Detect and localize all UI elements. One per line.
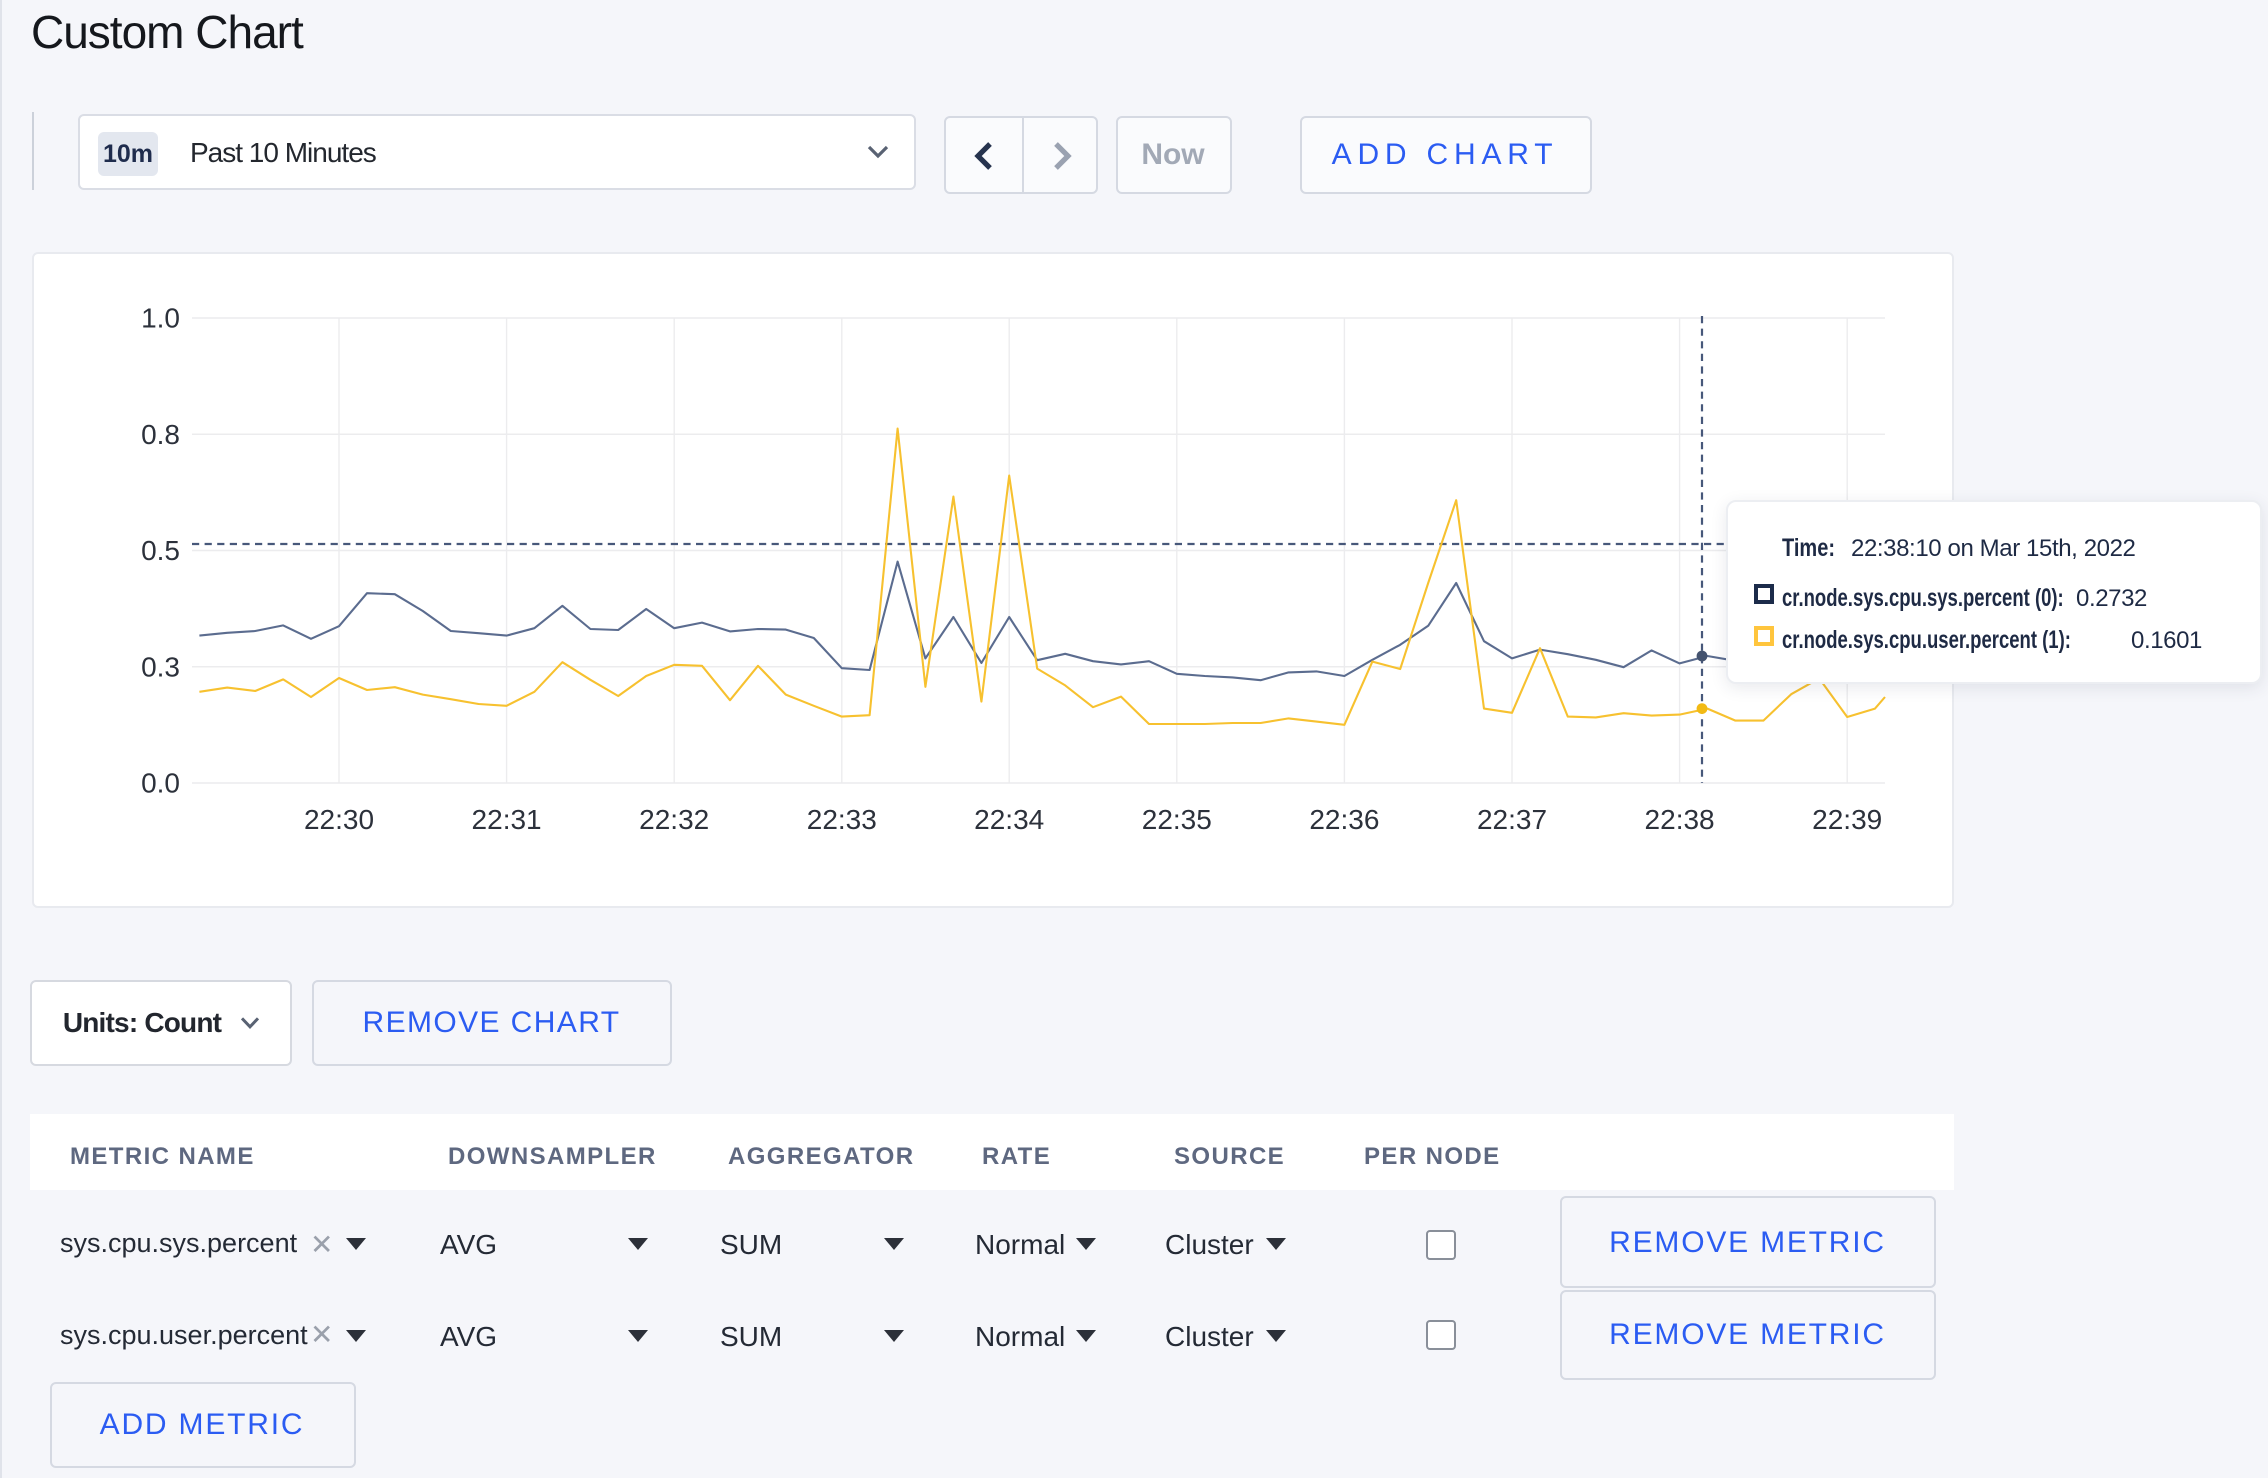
svg-text:22:38: 22:38 — [1645, 804, 1715, 835]
svg-text:22:33: 22:33 — [807, 804, 877, 835]
svg-text:22:36: 22:36 — [1309, 804, 1379, 835]
svg-text:0.0: 0.0 — [141, 768, 180, 799]
svg-text:22:34: 22:34 — [974, 804, 1044, 835]
svg-text:22:30: 22:30 — [304, 804, 374, 835]
svg-text:0.5: 0.5 — [141, 535, 180, 566]
svg-text:0.8: 0.8 — [141, 419, 180, 450]
svg-text:22:31: 22:31 — [472, 804, 542, 835]
svg-text:22:37: 22:37 — [1477, 804, 1547, 835]
svg-text:22:32: 22:32 — [639, 804, 709, 835]
svg-text:0.3: 0.3 — [141, 651, 180, 682]
svg-text:22:35: 22:35 — [1142, 804, 1212, 835]
svg-text:22:39: 22:39 — [1812, 804, 1882, 835]
svg-text:1.0: 1.0 — [141, 303, 180, 334]
